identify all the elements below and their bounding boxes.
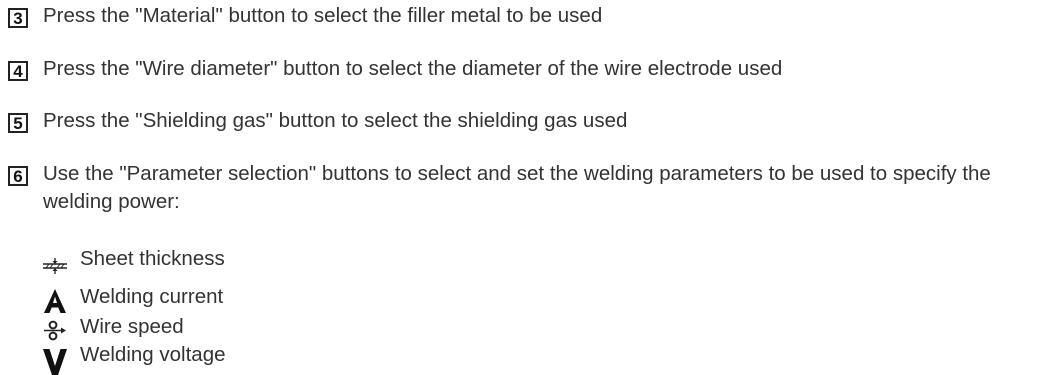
sheet-thickness-icon [43, 258, 67, 274]
parameter-label: Welding voltage [80, 343, 226, 366]
parameter-label: Wire speed [80, 315, 184, 338]
wire-speed-icon [44, 320, 66, 341]
step-number-box: 6 [8, 166, 28, 186]
step-number-box: 5 [8, 113, 28, 133]
step-text: Press the "Shielding gas" button to sele… [43, 109, 628, 132]
parameter-sheet-thickness: Sheet thickness [0, 245, 600, 275]
parameter-label: Sheet thickness [80, 247, 225, 270]
parameter-welding-voltage: Welding voltage [0, 341, 600, 375]
step-number-box: 3 [8, 8, 28, 28]
parameter-wire-speed: Wire speed [0, 313, 600, 343]
parameter-welding-current: Welding current [0, 283, 600, 313]
step-text: Press the "Wire diameter" button to sele… [43, 57, 783, 80]
step-number-box: 4 [8, 61, 28, 81]
step-text: Press the "Material" button to select th… [43, 4, 603, 27]
welding-current-icon [44, 289, 66, 313]
parameter-label: Welding current [80, 285, 224, 308]
step-text: Use the "Parameter selection" buttons to… [43, 162, 991, 213]
